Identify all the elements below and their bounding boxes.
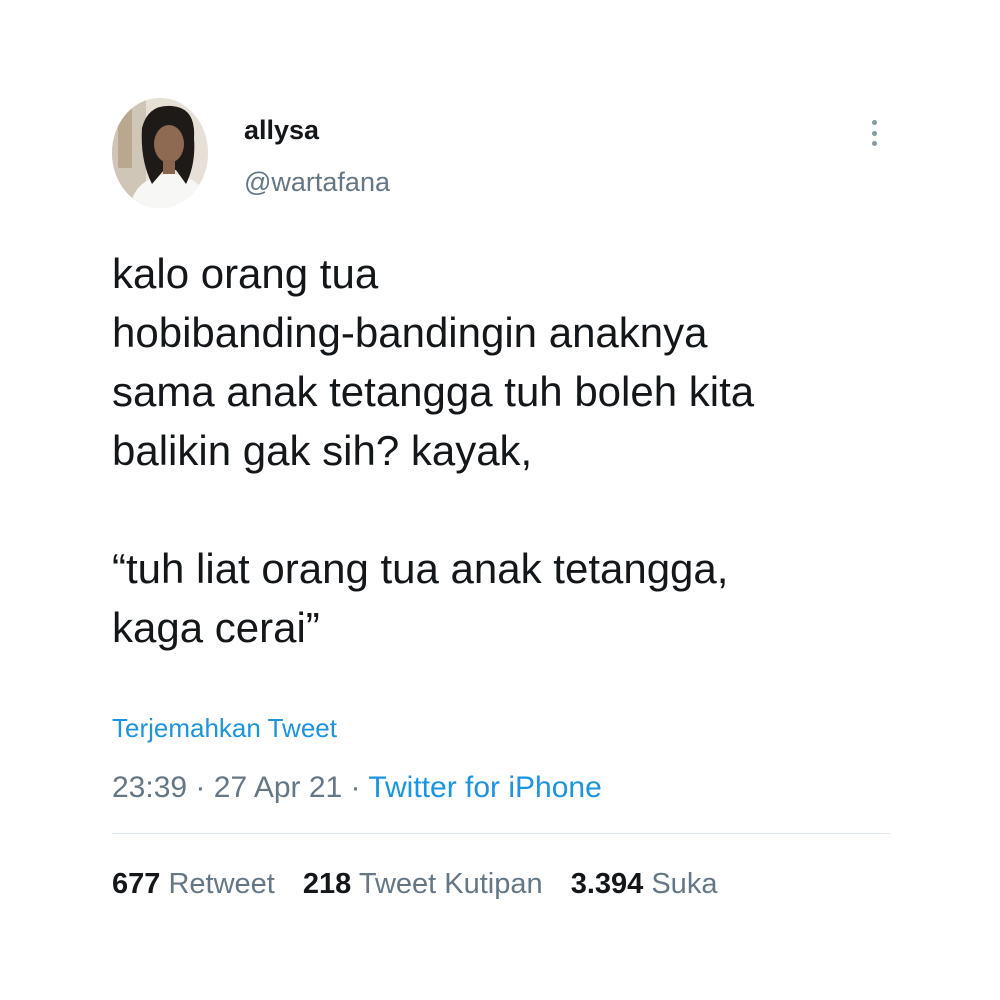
avatar[interactable] [112, 98, 208, 208]
retweet-label: Retweet [168, 868, 275, 900]
translate-tweet-link[interactable]: Terjemahkan Tweet [112, 712, 337, 744]
tweet-source-link[interactable]: Twitter for iPhone [368, 771, 601, 804]
tweet-text-line: balikin gak sih? kayak, [112, 427, 533, 474]
paragraph-break [112, 480, 912, 539]
retweet-count: 677 [112, 868, 161, 900]
meta-separator: · [195, 771, 206, 804]
display-name[interactable]: allysa [244, 114, 319, 146]
tweet-text-line: kalo orang tua [112, 250, 379, 297]
tweet-text-line: “tuh liat orang tua anak tetangga, [112, 545, 729, 592]
tweet-text: kalo orang tua hobibanding-bandingin ana… [112, 244, 912, 657]
quote-tweet-label: Tweet Kutipan [358, 868, 543, 900]
retweet-stat[interactable]: 677 Retweet [112, 868, 283, 900]
like-stat[interactable]: 3.394 Suka [571, 868, 718, 900]
user-handle[interactable]: @wartafana [244, 166, 390, 198]
meta-separator: · [350, 771, 361, 804]
like-count: 3.394 [570, 868, 644, 900]
quote-tweet-count: 218 [302, 868, 352, 900]
tweet-text-line: sama anak tetangga tuh boleh kita [112, 368, 755, 415]
avatar-image [112, 98, 208, 208]
more-options-button[interactable] [862, 118, 886, 148]
more-vertical-icon [871, 120, 877, 125]
tweet-text-line: hobibanding-bandingin anaknya [112, 309, 708, 356]
tweet-text-line: kaga cerai” [112, 604, 320, 651]
tweet-time[interactable]: 23:39 [112, 771, 187, 804]
tweet-date[interactable]: 27 Apr 21 [214, 771, 342, 804]
tweet-meta: 23:39 · 27 Apr 21 · Twitter for iPhone [112, 770, 602, 806]
quote-tweet-stat[interactable]: 218 Tweet Kutipan [303, 868, 551, 900]
tweet-stats: 677 Retweet 218 Tweet Kutipan 3.394 Suka [112, 866, 737, 902]
divider [112, 833, 890, 834]
like-label: Suka [651, 868, 718, 900]
